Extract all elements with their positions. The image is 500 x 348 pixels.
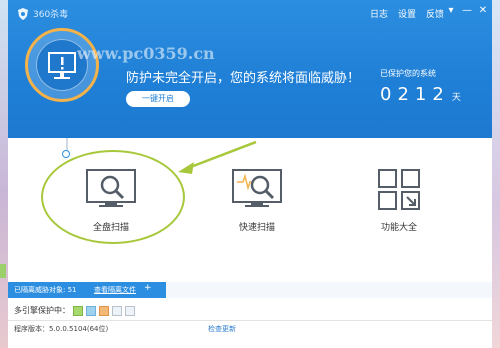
site-watermark: www.pc0359.cn bbox=[77, 44, 215, 63]
engine-qvm-icon[interactable] bbox=[86, 305, 96, 316]
protected-days-counter: 0212 天 bbox=[380, 84, 461, 105]
protection-status-ring bbox=[25, 28, 99, 102]
connector-dot bbox=[62, 150, 70, 158]
minimize-button[interactable]: — bbox=[460, 4, 474, 18]
engine-cloud-icon[interactable] bbox=[73, 305, 83, 316]
protection-status-title: 防护未完全开启，您的系统将面临威胁！ bbox=[126, 71, 361, 86]
full-scan-icon bbox=[86, 169, 136, 207]
protected-days-value: 0212 bbox=[380, 84, 450, 105]
quick-scan-button[interactable]: 快速扫描 bbox=[214, 166, 300, 233]
program-version: 程序版本：5.0.0.5104(64位) bbox=[14, 325, 109, 333]
toolbox-button[interactable]: 功能大全 bbox=[356, 166, 442, 233]
background-right bbox=[492, 0, 500, 348]
quarantine-count: 已隔离威胁对象: 51 bbox=[14, 286, 77, 294]
check-update-link[interactable]: 检查更新 bbox=[208, 324, 236, 334]
menu-dropdown-button[interactable]: ▾ bbox=[444, 4, 458, 18]
protected-days-unit: 天 bbox=[451, 93, 461, 103]
protected-days-label: 已保护您的系统 bbox=[380, 69, 436, 78]
feedback-link[interactable]: 反馈 bbox=[426, 7, 444, 20]
footer-divider bbox=[8, 320, 492, 321]
engine-system-repair-icon[interactable] bbox=[99, 305, 109, 316]
add-icon[interactable]: + bbox=[144, 283, 152, 293]
log-link[interactable]: 日志 bbox=[370, 7, 388, 20]
engine-protection-row: 多引擎保护中： bbox=[14, 305, 135, 316]
quarantine-bar: 已隔离威胁对象: 51 查看隔离文件 + bbox=[8, 282, 166, 298]
view-quarantine-link[interactable]: 查看隔离文件 bbox=[94, 285, 136, 295]
app-window: 360杀毒 日志 设置 反馈 ▾ — ✕ www.pc0359.cn 防护未完全… bbox=[8, 0, 492, 348]
quick-scan-label: 快速扫描 bbox=[238, 223, 275, 233]
shield-logo-icon bbox=[18, 8, 28, 20]
full-scan-label: 全盘扫描 bbox=[92, 223, 129, 233]
full-scan-button[interactable]: 全盘扫描 bbox=[68, 166, 154, 233]
engine-bitdefender-icon[interactable] bbox=[112, 305, 122, 316]
top-links: 日志 设置 反馈 bbox=[370, 7, 444, 20]
side-tab-handle[interactable] bbox=[0, 264, 6, 278]
toolbox-label: 功能大全 bbox=[380, 223, 417, 233]
enable-protection-button[interactable]: 一键开启 bbox=[126, 91, 190, 107]
header-panel: 360杀毒 日志 设置 反馈 ▾ — ✕ www.pc0359.cn 防护未完全… bbox=[8, 0, 492, 138]
background-left bbox=[0, 0, 8, 348]
toolbox-grid-icon bbox=[378, 169, 420, 210]
engine-avira-icon[interactable] bbox=[125, 305, 135, 316]
quick-scan-icon bbox=[232, 169, 282, 207]
close-button[interactable]: ✕ bbox=[476, 4, 490, 18]
app-title: 360杀毒 bbox=[33, 10, 69, 20]
bottom-bar-fill bbox=[166, 282, 492, 298]
engine-protection-label: 多引擎保护中： bbox=[14, 306, 70, 315]
settings-link[interactable]: 设置 bbox=[398, 7, 416, 20]
